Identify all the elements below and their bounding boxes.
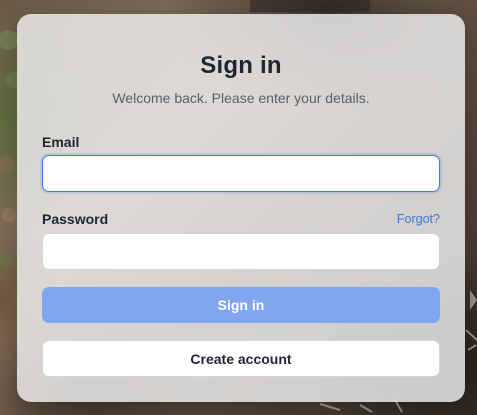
email-label: Email bbox=[42, 134, 80, 150]
password-label: Password bbox=[42, 211, 109, 227]
forgot-password-link[interactable]: Forgot? bbox=[397, 212, 440, 226]
password-field[interactable] bbox=[42, 233, 440, 270]
page-title: Sign in bbox=[200, 52, 282, 79]
create-account-button[interactable]: Create account bbox=[42, 340, 440, 377]
sign-in-card: Sign in Welcome back. Please enter your … bbox=[17, 14, 465, 402]
page-subtitle: Welcome back. Please enter your details. bbox=[112, 90, 370, 106]
email-field[interactable] bbox=[42, 155, 440, 192]
sign-in-button[interactable]: Sign in bbox=[42, 287, 440, 323]
